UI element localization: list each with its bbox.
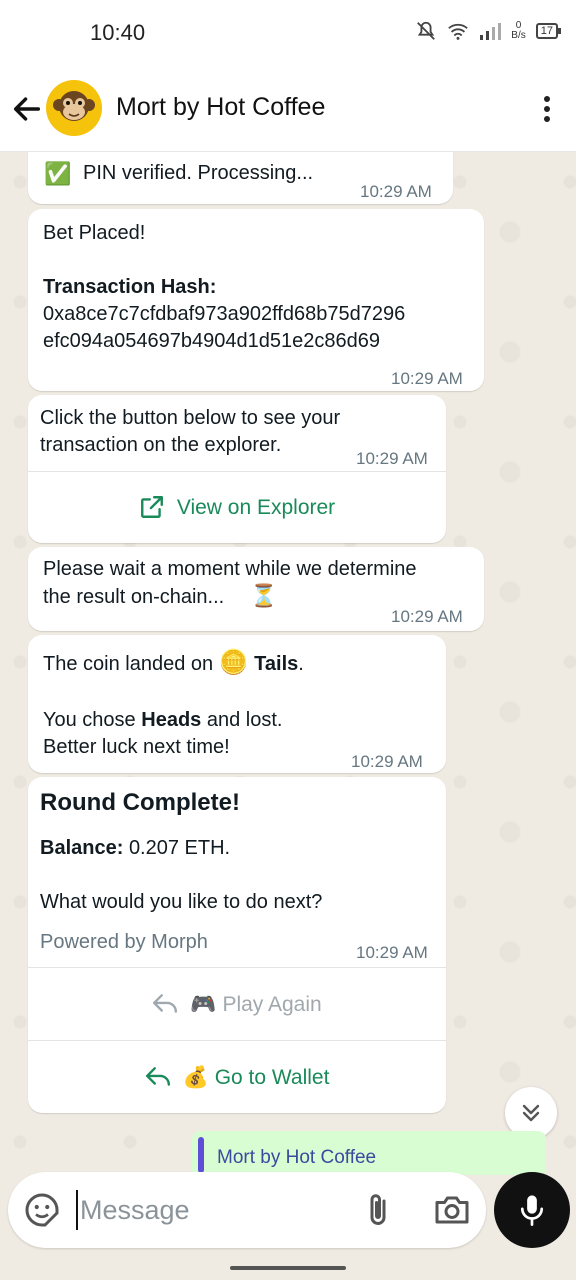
- button-label: Go to Wallet: [214, 1065, 330, 1089]
- coin-icon: 🪙: [218, 649, 249, 676]
- external-link-icon: [140, 496, 163, 518]
- system-nav-bar: [0, 1252, 576, 1280]
- hourglass-icon: ⏳: [250, 583, 278, 608]
- message-round-complete[interactable]: Round Complete! Balance: 0.207 ETH. What…: [28, 777, 446, 1113]
- message-input[interactable]: [76, 1190, 346, 1230]
- reply-icon: [153, 994, 178, 1013]
- message-time: 10:29 AM: [391, 607, 463, 626]
- message-result[interactable]: The coin landed on 🪙 Tails. You chose He…: [28, 635, 446, 773]
- view-on-explorer-button[interactable]: View on Explorer: [28, 473, 446, 541]
- message-time: 10:29 AM: [356, 449, 428, 468]
- message-time: 10:29 AM: [391, 369, 463, 388]
- quote-bar: [198, 1137, 204, 1173]
- money-bag-icon: 💰: [182, 1065, 209, 1089]
- status-bar: 10:40 0 B/s 17: [0, 0, 576, 66]
- wifi-icon: [448, 23, 469, 40]
- button-label: View on Explorer: [176, 495, 336, 519]
- double-chevron-down-icon: [522, 1104, 540, 1122]
- quoted-message-preview[interactable]: Mort by Hot Coffee: [192, 1131, 546, 1175]
- button-label: Play Again: [222, 992, 322, 1016]
- message-bet-placed[interactable]: Bet Placed! Transaction Hash: 0xa8ce7c7c…: [28, 209, 484, 391]
- gamepad-icon: 🎮: [190, 992, 217, 1016]
- chat-title[interactable]: Mort by Hot Coffee: [116, 93, 325, 122]
- battery-icon: 17: [535, 23, 562, 39]
- bell-off-icon: [417, 21, 436, 40]
- divider: [28, 967, 446, 968]
- message-wait[interactable]: Please wait a moment while we determine …: [28, 547, 484, 631]
- hash-line-1: 0xa8ce7c7cfdbaf973a902ffd68b75d7296: [43, 303, 406, 325]
- microphone-icon: [520, 1195, 544, 1226]
- message-composer: [8, 1172, 486, 1248]
- hash-label: Transaction Hash:: [43, 276, 217, 298]
- result-line-2: You chose Heads and lost.: [43, 709, 283, 731]
- message-text: transaction on the explorer.: [40, 434, 282, 456]
- round-title: Round Complete!: [40, 789, 240, 816]
- result-line-1: The coin landed on 🪙 Tails.: [43, 649, 304, 676]
- message-text: What would you like to do next?: [40, 891, 323, 913]
- reply-icon: [145, 1067, 170, 1086]
- message-time: 10:29 AM: [360, 182, 432, 201]
- message-text: PIN verified. Processing...: [83, 162, 314, 184]
- divider: [28, 1040, 446, 1041]
- message-text: Click the button below to see your: [40, 407, 341, 429]
- chat-area[interactable]: ✅ PIN verified. Processing... 10:29 AM B…: [0, 152, 576, 1172]
- avatar[interactable]: [46, 80, 102, 136]
- divider: [28, 471, 446, 472]
- play-again-button[interactable]: 🎮 Play Again: [28, 969, 446, 1039]
- message-time: 10:29 AM: [351, 752, 423, 771]
- message-text: the result on-chain...: [43, 586, 225, 608]
- more-options-icon[interactable]: [542, 94, 552, 124]
- microphone-button[interactable]: [494, 1172, 570, 1248]
- net-speed: 0 B/s: [511, 20, 526, 41]
- hash-line-2: efc094a054697b4904d1d51e2c86d69: [43, 330, 381, 352]
- paperclip-icon[interactable]: [360, 1190, 396, 1230]
- status-icons: 0 B/s 17: [415, 20, 562, 42]
- message-explorer[interactable]: Click the button below to see your trans…: [28, 395, 446, 543]
- home-indicator[interactable]: [230, 1266, 346, 1270]
- balance-line: Balance: 0.207 ETH.: [40, 837, 231, 859]
- back-arrow-icon[interactable]: [10, 92, 44, 126]
- go-to-wallet-button[interactable]: 💰 Go to Wallet: [28, 1042, 446, 1112]
- message-text: Please wait a moment while we determine: [43, 558, 417, 580]
- camera-icon[interactable]: [432, 1192, 472, 1228]
- message-text: Better luck next time!: [43, 736, 230, 758]
- message-time: 10:29 AM: [356, 943, 428, 962]
- signal-icon: [480, 23, 502, 40]
- chat-header: Mort by Hot Coffee: [0, 66, 576, 152]
- monkey-face-icon: [53, 91, 95, 121]
- sticker-icon[interactable]: [24, 1192, 60, 1228]
- message-text: Bet Placed!: [43, 222, 146, 244]
- status-time: 10:40: [90, 20, 146, 45]
- message-pin-verified[interactable]: ✅ PIN verified. Processing... 10:29 AM: [28, 152, 453, 204]
- check-icon: ✅: [44, 161, 72, 186]
- quote-sender: Mort by Hot Coffee: [217, 1147, 377, 1168]
- message-footer: Powered by Morph: [40, 931, 208, 953]
